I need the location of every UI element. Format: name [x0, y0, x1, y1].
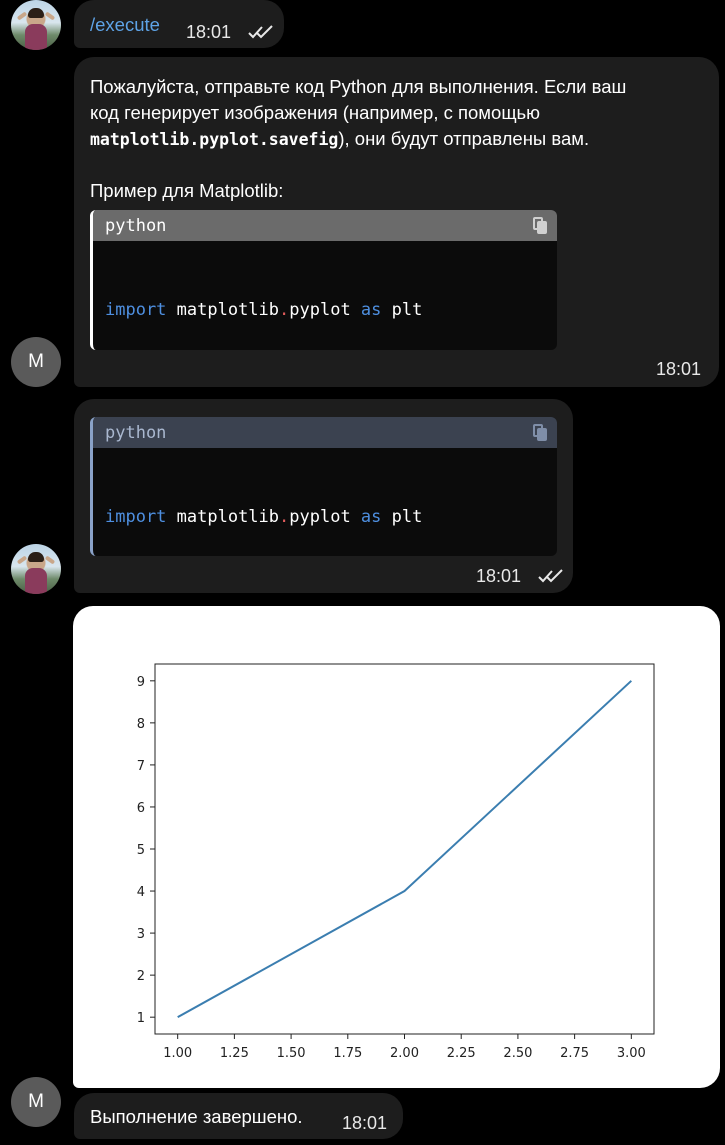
- message-time: 18:01: [186, 22, 232, 42]
- x-tick-label: 1.75: [333, 1046, 362, 1061]
- code-body: import matplotlib.pyplot as plt plt.plot…: [93, 241, 557, 350]
- instruction-line-3: matplotlib.pyplot.savefig), они будут от…: [90, 126, 589, 153]
- copy-icon[interactable]: [533, 217, 547, 234]
- y-tick-label: 6: [137, 801, 145, 816]
- code-line: import matplotlib.pyplot as plt: [105, 507, 423, 527]
- code-block-user[interactable]: python import matplotlib.pyplot as plt p…: [90, 417, 557, 556]
- copy-icon[interactable]: [533, 424, 547, 441]
- example-label: Пример для Matplotlib:: [90, 180, 284, 201]
- y-tick-label: 7: [137, 759, 145, 774]
- plot-image[interactable]: 1.00 1.25 1.50 1.75 2.00 2.25 2.50 2.75 3.00 1 2 3 4…: [73, 606, 720, 1088]
- user-avatar[interactable]: [11, 544, 61, 594]
- x-tick-label: 2.25: [447, 1046, 476, 1061]
- series-line: [177, 680, 632, 1019]
- bot-message-instructions[interactable]: Пожалуйста, отправьте код Python для вып…: [74, 57, 719, 387]
- code-block-example[interactable]: python import matplotlib.pyplot as plt p…: [90, 210, 557, 350]
- instruction-line-2: код генерирует изображения (например, с …: [90, 102, 541, 123]
- message-time: 18:01: [656, 359, 702, 379]
- double-check-icon: [538, 569, 563, 583]
- bot-message-done[interactable]: Выполнение завершено. 18:01: [74, 1093, 403, 1139]
- x-tick-label: 2.00: [390, 1046, 419, 1061]
- y-tick-label: 8: [137, 717, 145, 732]
- bot-avatar[interactable]: M: [11, 1077, 61, 1127]
- code-language-label: python: [93, 210, 557, 241]
- message-time: 18:01: [342, 1113, 388, 1133]
- inline-code: matplotlib.pyplot.savefig: [90, 130, 339, 149]
- code-line: import matplotlib.pyplot as plt: [105, 300, 423, 320]
- line-chart: 1.00 1.25 1.50 1.75 2.00 2.25 2.50 2.75 3.00 1 2 3 4…: [137, 663, 655, 1061]
- x-tick-label: 1.50: [277, 1046, 306, 1061]
- x-tick-label: 1.25: [220, 1046, 249, 1061]
- code-language-label: python: [93, 417, 557, 448]
- plot-frame: [154, 663, 655, 1035]
- x-tick-label: 2.50: [503, 1046, 532, 1061]
- double-check-icon: [248, 25, 273, 39]
- y-tick-label: 3: [137, 927, 145, 942]
- y-tick-label: 9: [137, 675, 145, 690]
- bot-avatar[interactable]: M: [11, 337, 61, 387]
- y-tick-label: 5: [137, 843, 145, 858]
- instruction-line-3-rest: ), они будут отправлены вам.: [338, 128, 590, 149]
- x-tick-label: 3.00: [617, 1046, 646, 1061]
- user-avatar[interactable]: [11, 0, 61, 50]
- x-tick-label: 1.00: [163, 1046, 192, 1061]
- y-tick-label: 1: [137, 1011, 145, 1026]
- y-tick-label: 2: [137, 969, 145, 984]
- user-message-execute[interactable]: /execute 18:01: [74, 0, 284, 48]
- x-tick-label: 2.75: [560, 1046, 589, 1061]
- instruction-line-1: Пожалуйста, отправьте код Python для вып…: [90, 76, 627, 97]
- y-tick-label: 4: [137, 885, 145, 900]
- code-body: import matplotlib.pyplot as plt plt.plot…: [93, 448, 557, 556]
- command-link[interactable]: /execute: [90, 14, 160, 36]
- user-message-code[interactable]: python import matplotlib.pyplot as plt p…: [74, 399, 573, 593]
- message-time: 18:01: [476, 566, 522, 586]
- completion-text: Выполнение завершено.: [90, 1106, 303, 1127]
